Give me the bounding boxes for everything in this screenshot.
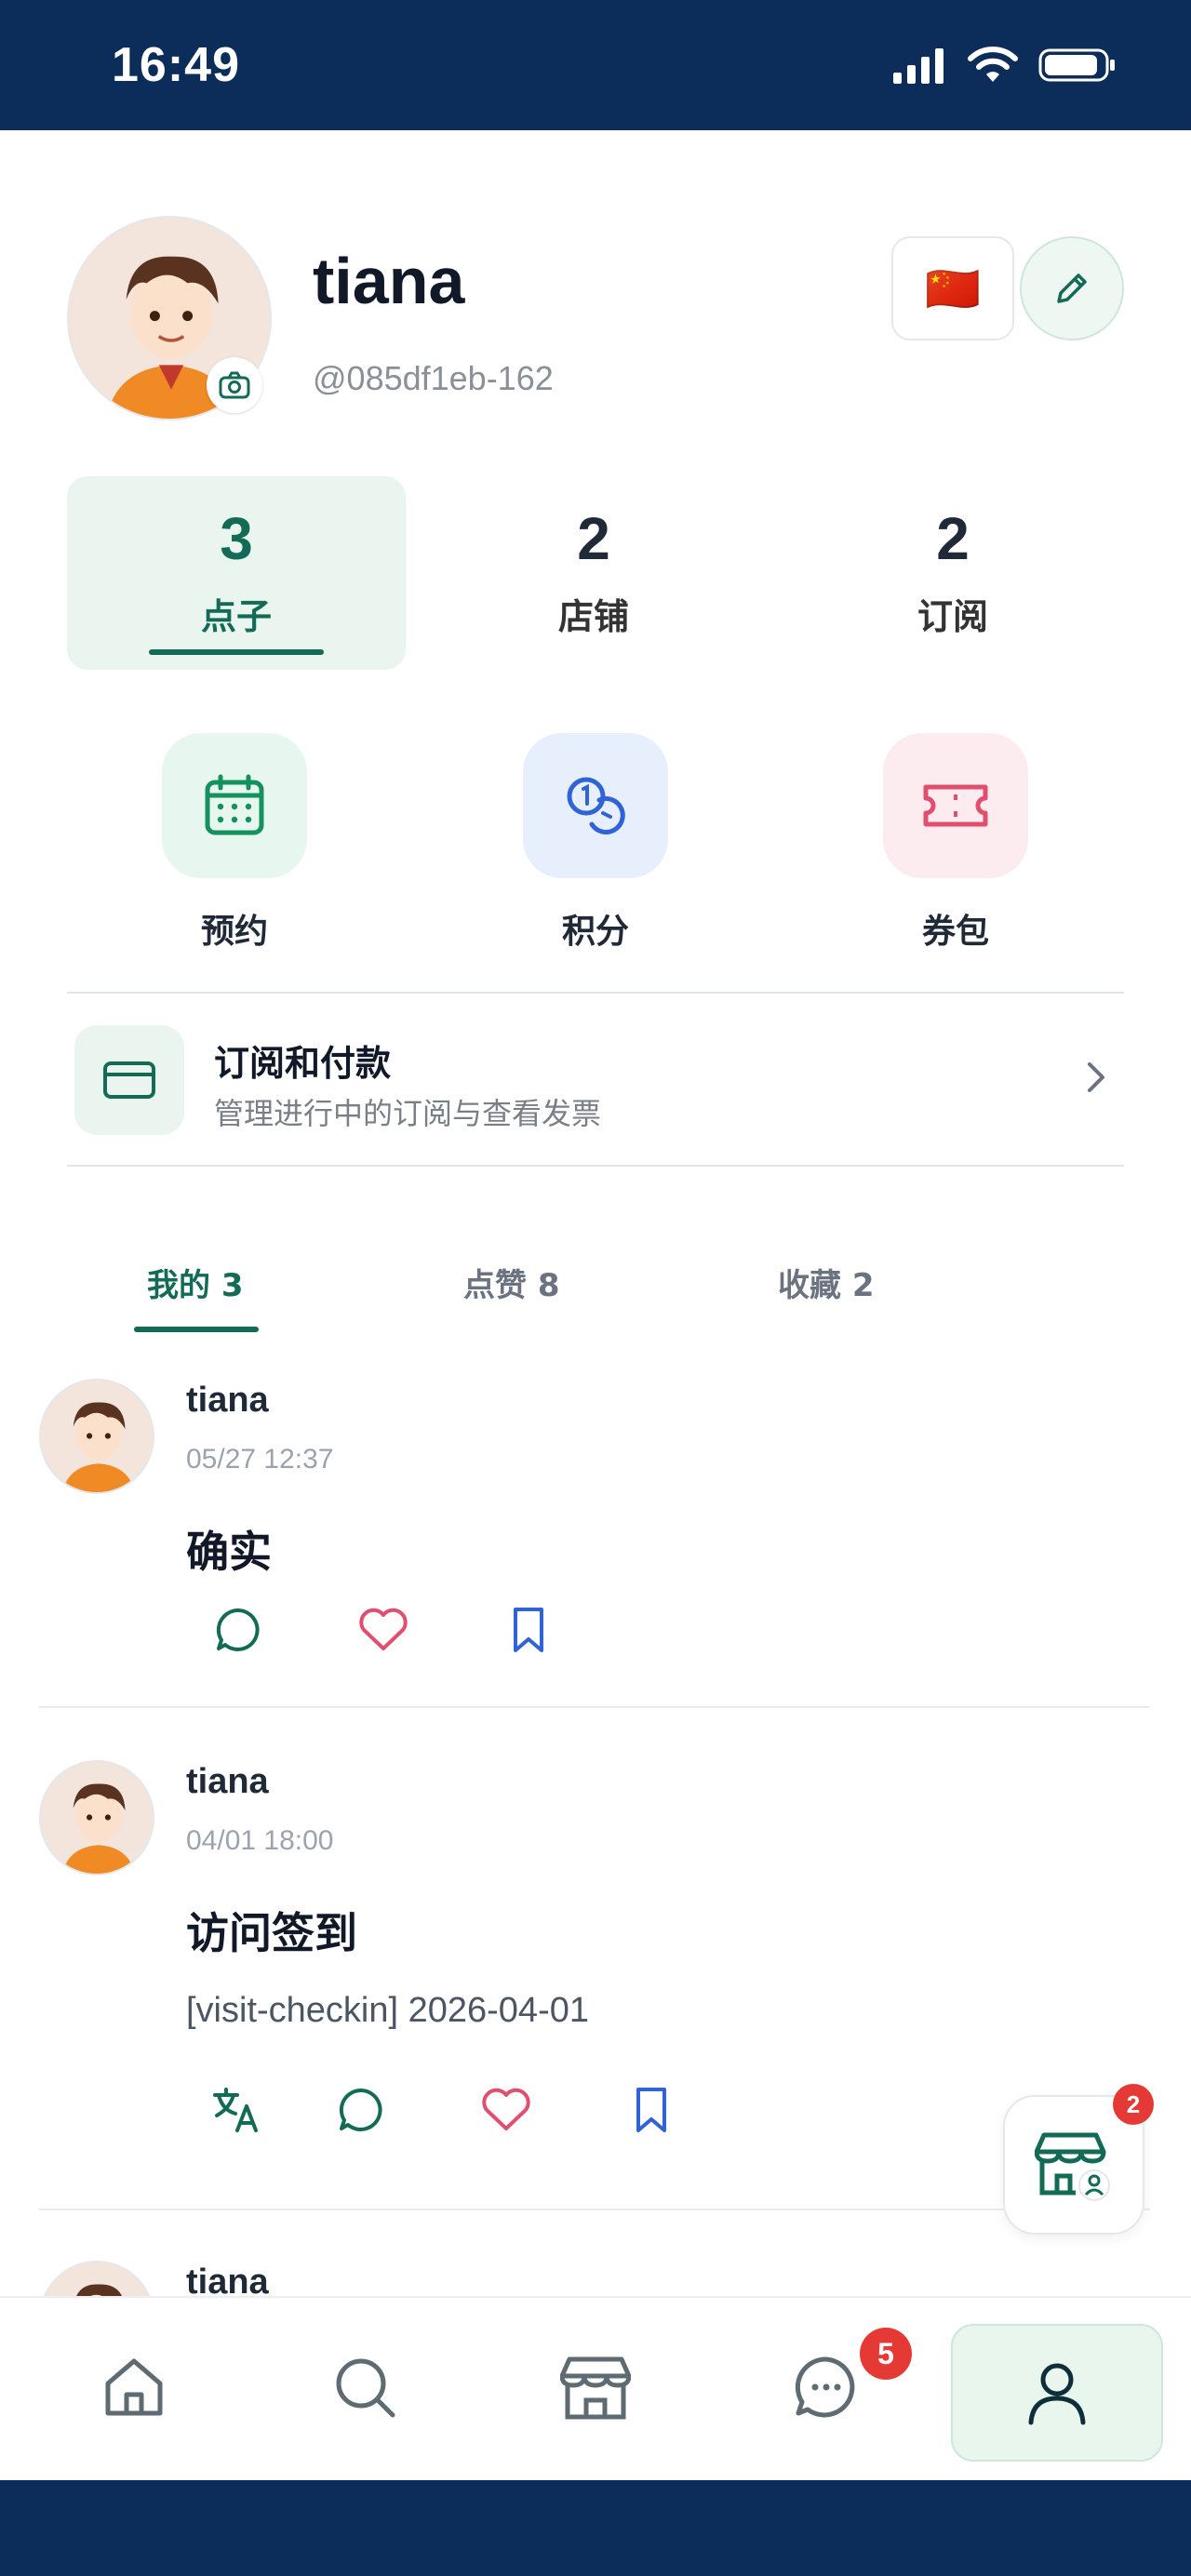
tab-likes[interactable]: 点赞 8 — [463, 1260, 560, 1305]
bookmark-button[interactable] — [499, 1600, 558, 1660]
quick-action-coupons[interactable]: 券包 — [881, 733, 1030, 953]
credit-card-icon — [103, 1061, 155, 1099]
nav-store[interactable] — [540, 2331, 651, 2443]
stat-stores[interactable]: 2 店铺 — [424, 476, 763, 670]
translate-icon — [213, 2088, 258, 2132]
coupons-label: 券包 — [921, 913, 989, 951]
messages-badge: 5 — [860, 2328, 912, 2380]
calendar-icon — [205, 774, 264, 835]
chat-icon — [795, 2356, 855, 2418]
stat-active-indicator — [149, 649, 324, 655]
bottom-navigation: 5 — [0, 2296, 1191, 2480]
post-timestamp: 04/01 18:00 — [186, 1825, 334, 1856]
booking-tile[interactable] — [162, 733, 307, 878]
search-icon — [336, 2358, 395, 2418]
post-author-avatar[interactable] — [39, 1379, 154, 1494]
post-title[interactable]: 访问签到 — [186, 1900, 357, 1961]
subscription-title: 订阅和付款 — [214, 1043, 392, 1084]
signal-icon — [893, 48, 943, 84]
camera-icon — [219, 371, 250, 399]
edit-profile-button[interactable] — [1020, 236, 1124, 340]
store-user-icon — [1035, 2132, 1110, 2201]
home-icon — [105, 2358, 163, 2416]
quick-action-booking[interactable]: 预约 — [160, 733, 309, 953]
battery-icon — [1038, 48, 1115, 82]
nav-profile[interactable] — [951, 2324, 1163, 2462]
tab-active-indicator — [134, 1327, 259, 1332]
post-body: [visit-checkin] 2026-04-01 — [186, 1991, 589, 2030]
nav-search[interactable] — [309, 2331, 421, 2443]
heart-icon — [482, 2088, 530, 2130]
home-indicator-bar — [0, 2480, 1191, 2576]
stat-subscriptions-count: 2 — [936, 505, 970, 572]
language-flag-button[interactable]: 🇨🇳 — [891, 236, 1014, 340]
post-author-avatar[interactable] — [39, 1760, 154, 1875]
post-divider — [39, 2209, 1150, 2210]
post-divider — [39, 1706, 1150, 1708]
post-author-name[interactable]: tiana — [186, 1381, 269, 1421]
comment-icon — [339, 2088, 382, 2131]
status-icons — [891, 47, 1117, 84]
bookmark-icon — [636, 2088, 666, 2132]
quick-action-points[interactable]: 积分 — [521, 733, 670, 953]
profile-handle: @085df1eb-162 — [313, 359, 554, 397]
tab-favorites[interactable]: 收藏 2 — [778, 1260, 875, 1305]
coupons-tile[interactable] — [883, 733, 1028, 878]
points-tile[interactable] — [523, 733, 668, 878]
avatar-illustration — [41, 1762, 153, 1874]
stat-stores-count: 2 — [577, 505, 610, 572]
change-avatar-button[interactable] — [207, 357, 262, 413]
nav-home[interactable] — [78, 2331, 190, 2443]
comment-icon — [216, 1608, 260, 1651]
like-button[interactable] — [476, 2080, 536, 2140]
wifi-icon — [968, 47, 1018, 82]
post-title[interactable]: 确实 — [186, 1518, 272, 1580]
translate-button[interactable] — [207, 2080, 266, 2140]
stat-ideas-count: 3 — [220, 505, 253, 572]
avatar-illustration — [41, 1381, 153, 1492]
post-timestamp: 05/27 12:37 — [186, 1444, 334, 1475]
profile-icon — [1028, 2363, 1086, 2425]
tab-mine[interactable]: 我的 3 — [147, 1260, 244, 1305]
status-time: 16:49 — [112, 38, 240, 92]
pencil-icon — [1057, 274, 1087, 303]
profile-name: tiana — [313, 245, 465, 317]
booking-label: 预约 — [200, 913, 268, 951]
stat-stores-label: 店铺 — [557, 596, 629, 637]
coins-icon — [567, 777, 625, 834]
stat-subscriptions-label: 订阅 — [917, 596, 988, 637]
bookmark-icon — [514, 1608, 543, 1652]
stat-subscriptions[interactable]: 2 订阅 — [783, 476, 1122, 670]
china-flag-icon: 🇨🇳 — [925, 262, 981, 315]
subscription-description: 管理进行中的订阅与查看发票 — [214, 1096, 602, 1131]
comment-button[interactable] — [331, 2080, 391, 2140]
subscription-payment-row[interactable]: 订阅和付款 管理进行中的订阅与查看发票 — [67, 992, 1124, 1167]
ticket-icon — [923, 784, 988, 827]
comment-button[interactable] — [208, 1600, 268, 1660]
points-label: 积分 — [561, 913, 629, 951]
store-icon — [560, 2356, 631, 2420]
like-button[interactable] — [354, 1600, 413, 1660]
fab-badge: 2 — [1113, 2084, 1154, 2125]
stat-ideas[interactable]: 3 点子 — [67, 476, 406, 670]
post-author-name[interactable]: tiana — [186, 1762, 269, 1802]
chevron-right-icon — [1088, 1062, 1104, 1092]
stat-ideas-label: 点子 — [200, 596, 272, 637]
bookmark-button[interactable] — [622, 2080, 681, 2140]
subscription-icon-tile — [74, 1025, 184, 1135]
status-bar: 16:49 — [0, 0, 1191, 130]
heart-icon — [359, 1608, 408, 1650]
